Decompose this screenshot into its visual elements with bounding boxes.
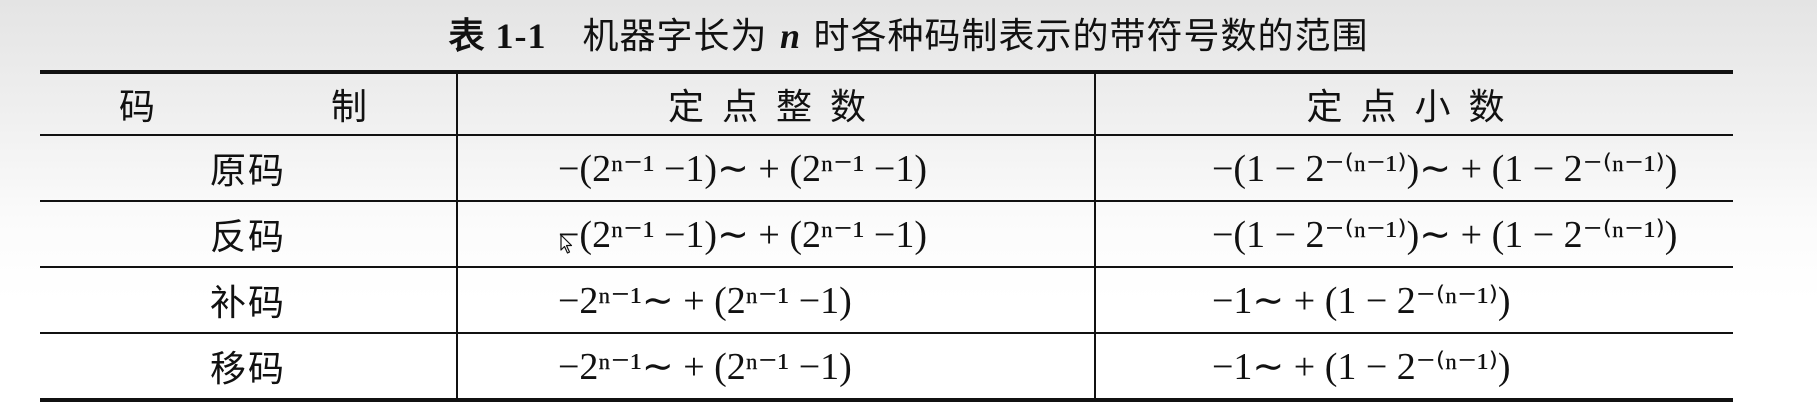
integer-range: −(2ⁿ⁻¹ −1)∼ + (2ⁿ⁻¹ −1) (456, 201, 1095, 268)
header-fixed-point-fraction: 定点小数 (1094, 72, 1733, 136)
fraction-range: −1∼ + (1 − 2⁻⁽ⁿ⁻¹⁾) (1094, 333, 1733, 401)
header-code: 码 制 (40, 72, 457, 136)
mouse-pointer-icon (560, 234, 573, 254)
code-name: 移码 (40, 333, 457, 401)
code-name: 原码 (40, 135, 457, 202)
code-name: 反码 (40, 201, 457, 268)
fraction-range: −1∼ + (1 − 2⁻⁽ⁿ⁻¹⁾) (1094, 267, 1733, 334)
table-row: 移码 −2ⁿ⁻¹∼ + (2ⁿ⁻¹ −1) −1∼ + (1 − 2⁻⁽ⁿ⁻¹⁾… (40, 333, 1733, 401)
table-number: 表 1-1 (448, 16, 547, 56)
fraction-range: −(1 − 2⁻⁽ⁿ⁻¹⁾)∼ + (1 − 2⁻⁽ⁿ⁻¹⁾) (1094, 201, 1733, 268)
header-row: 码 制 定点整数 定点小数 (40, 72, 1733, 136)
code-range-table: 码 制 定点整数 定点小数 原码 −(2ⁿ⁻¹ −1)∼ + (2ⁿ⁻¹ −1)… (40, 70, 1733, 402)
caption-variable: n (779, 16, 802, 56)
fraction-range: −(1 − 2⁻⁽ⁿ⁻¹⁾)∼ + (1 − 2⁻⁽ⁿ⁻¹⁾) (1094, 135, 1733, 202)
table-caption: 表 1-1 机器字长为 n 时各种码制表示的带符号数的范围 (0, 10, 1817, 63)
integer-range: −(2ⁿ⁻¹ −1)∼ + (2ⁿ⁻¹ −1) (456, 135, 1095, 202)
code-name: 补码 (40, 267, 457, 334)
table-row: 补码 −2ⁿ⁻¹∼ + (2ⁿ⁻¹ −1) −1∼ + (1 − 2⁻⁽ⁿ⁻¹⁾… (40, 267, 1733, 334)
table-row: 反码 −(2ⁿ⁻¹ −1)∼ + (2ⁿ⁻¹ −1) −(1 − 2⁻⁽ⁿ⁻¹⁾… (40, 201, 1733, 268)
caption-text-after: 时各种码制表示的带符号数的范围 (801, 16, 1369, 57)
caption-text-before: 机器字长为 (582, 16, 780, 57)
integer-range: −2ⁿ⁻¹∼ + (2ⁿ⁻¹ −1) (456, 267, 1095, 334)
header-fixed-point-integer: 定点整数 (456, 72, 1095, 136)
integer-range: −2ⁿ⁻¹∼ + (2ⁿ⁻¹ −1) (456, 333, 1095, 401)
table-row: 原码 −(2ⁿ⁻¹ −1)∼ + (2ⁿ⁻¹ −1) −(1 − 2⁻⁽ⁿ⁻¹⁾… (40, 135, 1733, 202)
